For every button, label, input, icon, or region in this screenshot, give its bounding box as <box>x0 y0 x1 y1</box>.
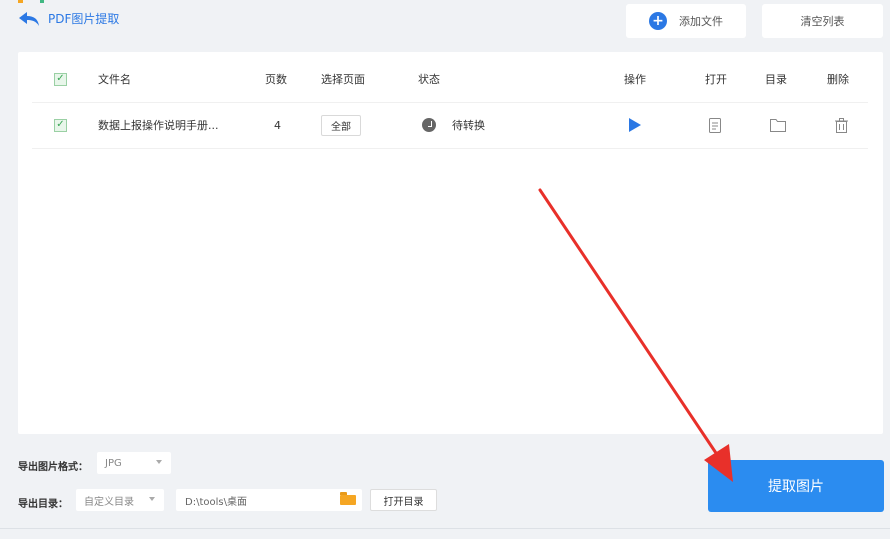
clock-icon <box>422 118 436 132</box>
export-dir-path-field[interactable]: D:\tools\桌面 <box>176 489 362 511</box>
folder-outline-icon <box>770 119 786 132</box>
play-icon <box>629 118 641 132</box>
check-icon: ✓ <box>54 72 67 86</box>
export-format-label: 导出图片格式： <box>18 462 88 473</box>
top-bar: PDF图片提取 + 添加文件 清空列表 <box>0 0 890 44</box>
plus-circle-icon: + <box>649 12 667 30</box>
open-directory-button[interactable] <box>770 102 786 148</box>
delete-row-button[interactable] <box>835 102 848 148</box>
export-dir-label: 导出目录： <box>18 499 68 510</box>
export-dir-type-value: 自定义目录 <box>84 496 134 508</box>
row-filename: 数据上报操作说明手册... <box>98 119 219 132</box>
export-format-select[interactable]: JPG <box>97 452 171 474</box>
export-dir-select[interactable]: 自定义目录 <box>76 489 164 511</box>
header-select-pages: 选择页面 <box>321 73 365 86</box>
header-delete: 删除 <box>827 73 849 86</box>
add-file-button[interactable]: + 添加文件 <box>626 4 746 38</box>
header-directory: 目录 <box>765 73 787 86</box>
header-filename: 文件名 <box>98 73 131 86</box>
export-format-value: JPG <box>105 457 122 469</box>
check-icon: ✓ <box>54 118 67 132</box>
header-action: 操作 <box>624 73 646 86</box>
clear-list-label: 清空列表 <box>800 15 845 28</box>
document-icon <box>709 117 721 133</box>
window-icon-fragment-green <box>40 0 44 3</box>
chevron-down-icon <box>156 460 162 464</box>
select-all-checkbox[interactable]: ✓ <box>54 56 67 102</box>
row-checkbox[interactable]: ✓ <box>54 102 67 148</box>
back-arrow-icon <box>19 11 39 26</box>
folder-icon[interactable] <box>340 492 356 505</box>
add-file-label: 添加文件 <box>679 15 723 28</box>
row-pages: 4 <box>274 118 281 132</box>
chevron-down-icon <box>149 497 155 501</box>
open-file-button[interactable] <box>709 102 721 148</box>
file-list-panel: ✓ 文件名 页数 选择页面 状态 操作 打开 目录 删除 ✓ 数据上报操作说明手… <box>18 52 883 434</box>
open-directory-label: 打开目录 <box>383 496 424 508</box>
start-convert-button[interactable] <box>629 102 641 148</box>
trash-icon <box>835 117 848 133</box>
open-directory-footer-button[interactable]: 打开目录 <box>370 489 437 511</box>
header-pages: 页数 <box>265 73 287 86</box>
extract-images-label: 提取图片 <box>768 479 824 495</box>
header-status: 状态 <box>418 73 440 86</box>
extract-images-button[interactable]: 提取图片 <box>708 460 884 512</box>
bottom-divider <box>0 528 890 529</box>
table-row: ✓ 数据上报操作说明手册... 4 全部 待转换 <box>32 102 868 149</box>
header-open: 打开 <box>705 73 727 86</box>
page-title: PDF图片提取 <box>48 12 120 26</box>
back-button[interactable]: PDF图片提取 <box>18 10 119 27</box>
select-pages-button[interactable]: 全部 <box>321 114 361 136</box>
table-header: ✓ 文件名 页数 选择页面 状态 操作 打开 目录 删除 <box>32 56 868 103</box>
export-dir-path-text: D:\tools\桌面 <box>185 496 247 508</box>
row-status: 待转换 <box>452 119 485 132</box>
window-icon-fragment <box>18 0 23 3</box>
clear-list-button[interactable]: 清空列表 <box>762 4 883 38</box>
